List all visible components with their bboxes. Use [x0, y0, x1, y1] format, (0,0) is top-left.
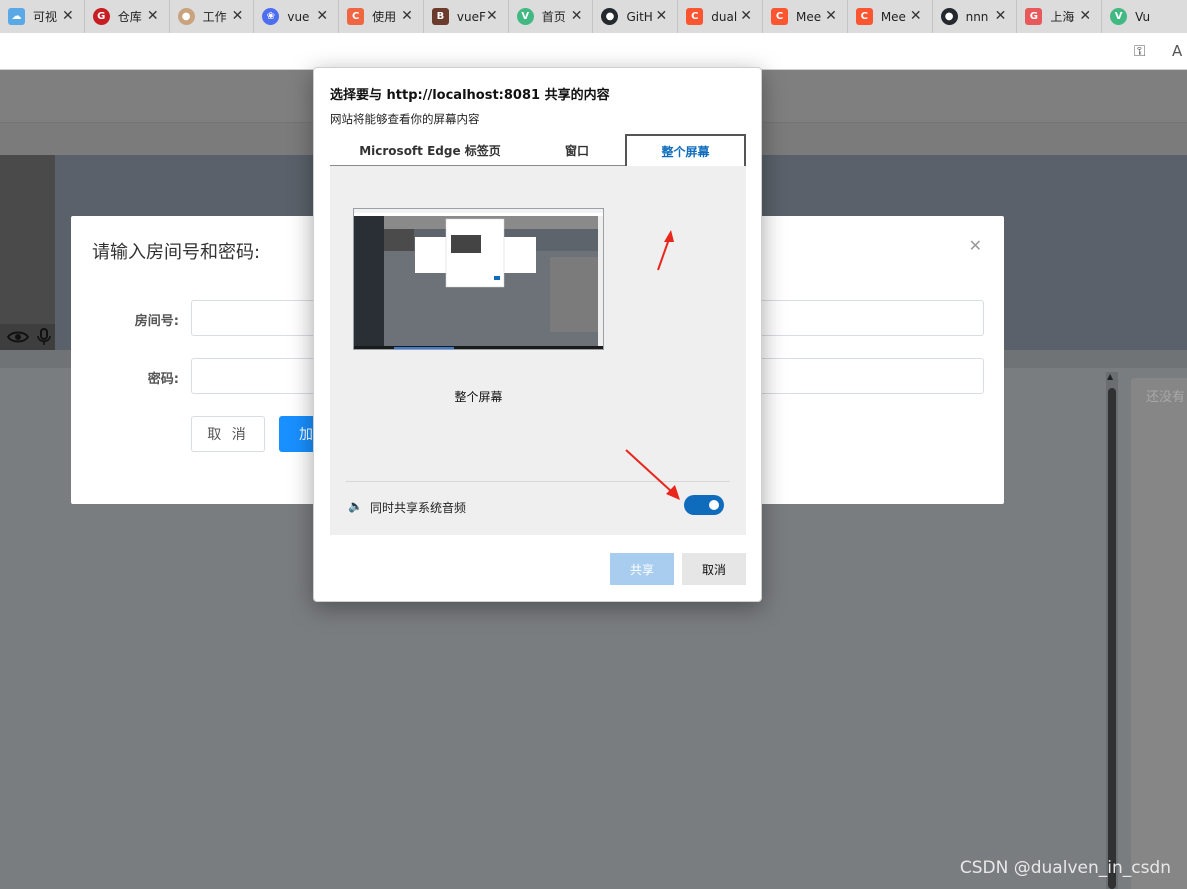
- dialog-subtitle: 网站将能够查看你的屏幕内容: [330, 112, 480, 126]
- audio-label: 同时共享系统音频: [370, 501, 467, 515]
- browser-tab[interactable]: ● nnn ✕: [933, 0, 1018, 33]
- csdn-icon: C: [771, 8, 789, 25]
- close-icon[interactable]: ✕: [910, 8, 922, 24]
- tab-window[interactable]: 窗口: [530, 134, 624, 166]
- browser-tab[interactable]: V 首页 ✕: [509, 0, 594, 33]
- dialog-title: 选择要与 http://localhost:8081 共享的内容: [330, 88, 610, 103]
- browser-tab[interactable]: C Mee ✕: [763, 0, 848, 33]
- c-icon: C: [347, 8, 365, 25]
- scroll-up-icon[interactable]: ▲: [1107, 372, 1113, 381]
- avatar-icon: ●: [177, 8, 195, 25]
- close-icon[interactable]: ✕: [486, 8, 498, 24]
- screen-caption: 整个屏幕: [454, 390, 503, 404]
- browser-tab-strip: ☁ 可视 ✕ G 仓库 ✕ ● 工作 ✕ ❀ vue ✕ C 使用 ✕ B vu…: [0, 0, 1187, 33]
- room-cancel-button[interactable]: 取 消: [191, 416, 265, 452]
- csdn-icon: C: [686, 8, 704, 25]
- vue-icon: V: [1110, 8, 1128, 25]
- tab-title: 仓库: [117, 10, 142, 24]
- read-aloud-icon[interactable]: A: [1172, 42, 1182, 60]
- screen-preview: [354, 209, 603, 349]
- close-icon[interactable]: ✕: [825, 8, 837, 24]
- chat-panel: 还没有: [1131, 378, 1187, 889]
- cancel-button[interactable]: 取消: [682, 553, 746, 585]
- tab-title: 上海: [1050, 10, 1075, 24]
- watermark: CSDN @dualven_in_csdn: [959, 858, 1171, 878]
- screen-share-dialog: 选择要与 http://localhost:8081 共享的内容 网站将能够查看…: [313, 67, 762, 602]
- toggle-knob: [709, 500, 719, 510]
- local-video: [0, 155, 55, 350]
- key-icon[interactable]: ⚿: [1134, 42, 1145, 60]
- browser-tab[interactable]: G 上海 ✕: [1017, 0, 1103, 33]
- dialog-title: 请输入房间号和密码:: [92, 242, 261, 263]
- scrollbar-thumb[interactable]: [1108, 388, 1116, 889]
- browser-tab[interactable]: ☁ 可视 ✕: [0, 0, 85, 33]
- tab-title: nnn: [965, 9, 989, 24]
- close-icon[interactable]: ✕: [969, 236, 982, 255]
- audio-option: 🔈 同时共享系统音频: [346, 481, 730, 515]
- browser-tab[interactable]: B vueF ✕: [424, 0, 509, 33]
- close-icon[interactable]: ✕: [571, 8, 583, 24]
- vue-icon: V: [516, 8, 534, 25]
- microphone-icon[interactable]: [37, 328, 51, 346]
- close-icon[interactable]: ✕: [401, 8, 413, 24]
- password-label: 密码:: [147, 372, 179, 387]
- close-icon[interactable]: ✕: [656, 8, 668, 24]
- browser-tab[interactable]: ● 工作 ✕: [170, 0, 255, 33]
- gb-icon: G: [1025, 8, 1043, 25]
- audio-toggle[interactable]: [684, 495, 724, 515]
- tab-title: 使用: [372, 10, 397, 24]
- close-icon[interactable]: ✕: [62, 8, 74, 24]
- browser-tab[interactable]: ❀ vue ✕: [254, 0, 340, 33]
- tab-title: GitH: [626, 9, 653, 24]
- browser-toolbar: ⚿ A: [0, 33, 1187, 70]
- tab-title: 首页: [541, 10, 566, 24]
- tab-title: 工作: [202, 10, 227, 24]
- tab-title: vue: [287, 9, 310, 24]
- browser-tab[interactable]: ● GitH ✕: [593, 0, 679, 33]
- screen-thumbnail[interactable]: [353, 208, 604, 350]
- tab-entire-screen[interactable]: 整个屏幕: [625, 134, 746, 166]
- tab-title: Mee: [796, 9, 822, 24]
- tab-title: vueF: [456, 9, 486, 24]
- csdn-icon: C: [855, 8, 873, 25]
- paw-icon: ❀: [262, 8, 280, 25]
- tab-title: Vu: [1135, 9, 1151, 24]
- source-tabs: Microsoft Edge 标签页 窗口 整个屏幕: [330, 134, 746, 166]
- github-icon: ●: [601, 8, 619, 25]
- chat-placeholder: 还没有: [1146, 390, 1186, 405]
- browser-tab[interactable]: C dual ✕: [678, 0, 764, 33]
- tab-edge-tabs[interactable]: Microsoft Edge 标签页: [330, 134, 530, 166]
- close-icon[interactable]: ✕: [147, 8, 159, 24]
- browser-tab[interactable]: C Mee ✕: [848, 0, 933, 33]
- b-icon: B: [431, 8, 449, 25]
- tab-title: dual: [711, 9, 738, 24]
- speaker-icon: 🔈: [348, 499, 363, 513]
- eye-icon[interactable]: [7, 330, 29, 344]
- close-icon[interactable]: ✕: [995, 8, 1007, 24]
- close-icon[interactable]: ✕: [316, 8, 328, 24]
- video-controls: [0, 324, 55, 350]
- share-button[interactable]: 共享: [610, 553, 674, 585]
- tab-title: 可视: [33, 10, 58, 24]
- github-icon: ●: [940, 8, 958, 25]
- browser-tab[interactable]: V Vu: [1102, 0, 1187, 33]
- close-icon[interactable]: ✕: [740, 8, 752, 24]
- source-list: 整个屏幕 🔈 同时共享系统音频: [330, 166, 746, 535]
- tab-title: Mee: [880, 9, 906, 24]
- browser-tab[interactable]: G 仓库 ✕: [85, 0, 170, 33]
- close-icon[interactable]: ✕: [232, 8, 244, 24]
- gitee-icon: G: [92, 8, 110, 25]
- room-number-label: 房间号:: [134, 314, 179, 329]
- cloud-icon: ☁: [8, 8, 25, 25]
- browser-tab[interactable]: C 使用 ✕: [339, 0, 424, 33]
- close-icon[interactable]: ✕: [1079, 8, 1091, 24]
